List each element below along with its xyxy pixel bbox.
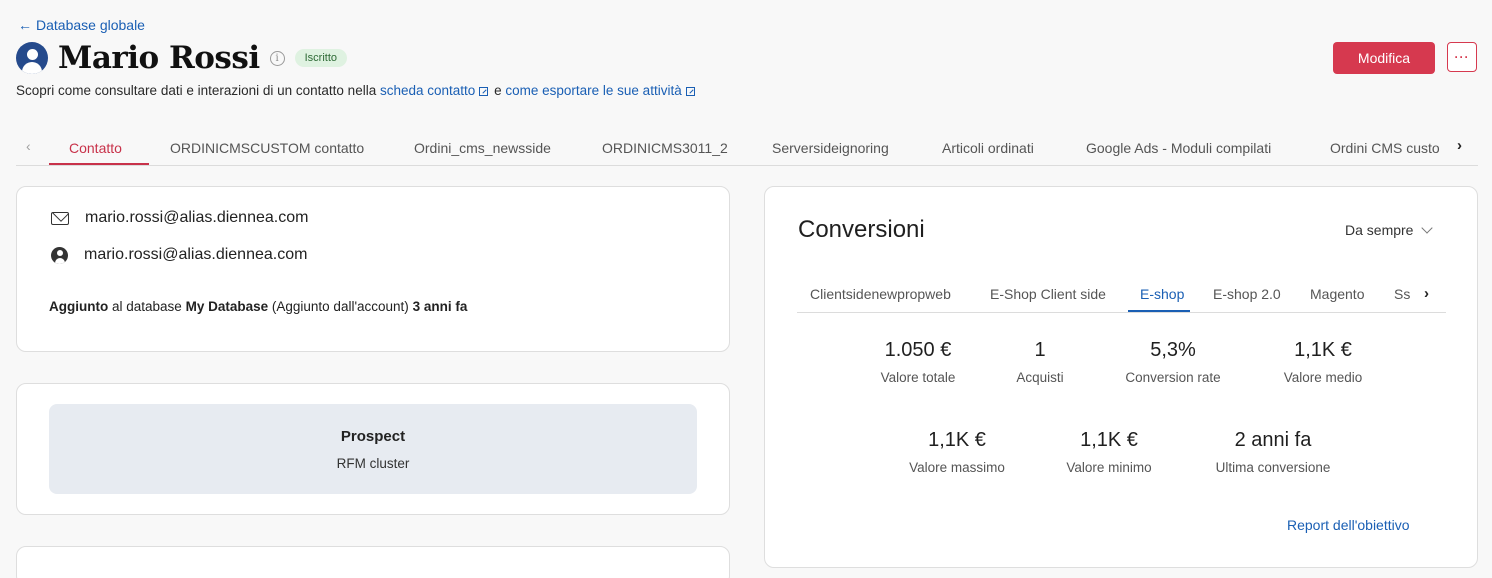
metric-last-conversion: 2 anni fa Ultima conversione bbox=[1193, 429, 1353, 475]
chevron-right-icon[interactable]: › bbox=[1457, 137, 1462, 154]
tab-serversideignoring[interactable]: Serversideignoring bbox=[772, 140, 889, 156]
chevron-left-icon[interactable]: ‹ bbox=[26, 138, 31, 154]
goal-report-link[interactable]: Report dell'obiettivo bbox=[1287, 517, 1410, 533]
metric-value: 1,1K € bbox=[928, 429, 986, 451]
contact-info-card: mario.rossi@alias.diennea.com mario.ross… bbox=[16, 186, 730, 352]
page-title: Mario Rossi bbox=[58, 40, 260, 76]
metric-value: 2 anni fa bbox=[1234, 429, 1312, 451]
metric-value: 5,3% bbox=[1150, 339, 1196, 361]
tab-magento[interactable]: Magento bbox=[1310, 286, 1364, 302]
conversions-card: Conversioni Da sempre Clientsidenewpropw… bbox=[764, 186, 1478, 568]
export-activities-link[interactable]: come esportare le sue attività bbox=[505, 83, 696, 98]
metric-value: 1,1K € bbox=[1080, 429, 1138, 451]
metric-label: Valore minimo bbox=[1066, 460, 1152, 475]
avatar bbox=[16, 42, 48, 74]
contact-card-link-label: scheda contatto bbox=[379, 83, 476, 98]
chevron-right-icon[interactable]: › bbox=[1424, 285, 1429, 302]
email-value: mario.rossi@alias.diennea.com bbox=[85, 209, 309, 226]
page-subtitle: Scopri come consultare dati e interazion… bbox=[16, 83, 697, 98]
tab-eshop[interactable]: E-shop bbox=[1140, 286, 1184, 302]
arrow-left-icon: ← bbox=[18, 17, 32, 33]
export-activities-link-label: come esportare le sue attività bbox=[505, 83, 682, 98]
metric-value: 1,1K € bbox=[1294, 339, 1352, 361]
tab-clientsidenewpropweb[interactable]: Clientsidenewpropweb bbox=[810, 286, 951, 302]
mail-icon bbox=[51, 211, 69, 225]
user-icon bbox=[51, 246, 68, 264]
metric-label: Ultima conversione bbox=[1215, 460, 1331, 475]
username-row: mario.rossi@alias.diennea.com bbox=[51, 246, 307, 264]
contact-tabs: ‹ Contatto ORDINICMSCUSTOM contatto Ordi… bbox=[16, 130, 1478, 166]
contact-card-link[interactable]: scheda contatto bbox=[380, 83, 490, 98]
tab-ordinicmscustom[interactable]: ORDINICMSCUSTOM contatto bbox=[170, 140, 364, 156]
external-link-icon bbox=[685, 86, 695, 96]
tab-contatto[interactable]: Contatto bbox=[69, 140, 122, 156]
tab-ordinicms3011[interactable]: ORDINICMS3011_2 bbox=[602, 140, 728, 156]
added-word: Aggiunto bbox=[49, 299, 109, 314]
rfm-cluster-box: Prospect RFM cluster bbox=[49, 404, 697, 494]
back-link[interactable]: ← Database globale bbox=[18, 17, 145, 33]
tab-ordini-cms-newsside[interactable]: Ordini_cms_newsside bbox=[414, 140, 551, 156]
more-options-button[interactable]: ··· bbox=[1447, 42, 1477, 72]
metric-max-value: 1,1K € Valore massimo bbox=[877, 429, 1037, 475]
period-value: Da sempre bbox=[1345, 222, 1414, 238]
period-dropdown[interactable]: Da sempre bbox=[1345, 222, 1434, 238]
added-source: (Aggiunto dall'account) bbox=[271, 299, 409, 314]
external-link-icon bbox=[479, 86, 489, 96]
metric-label: Conversion rate bbox=[1125, 370, 1221, 385]
metric-label: Valore medio bbox=[1283, 370, 1363, 385]
subtitle-text: Scopri come consultare dati e interazion… bbox=[16, 83, 377, 98]
back-label: Database globale bbox=[36, 17, 145, 33]
rfm-card: Prospect RFM cluster bbox=[16, 383, 730, 515]
added-info: Aggiunto al database My Database (Aggiun… bbox=[49, 299, 467, 314]
subtitle-connector: e bbox=[494, 83, 502, 98]
metric-conversion-rate: 5,3% Conversion rate bbox=[1093, 339, 1253, 385]
tab-google-ads[interactable]: Google Ads - Moduli compilati bbox=[1086, 140, 1271, 156]
info-icon[interactable]: i bbox=[269, 50, 285, 66]
conversions-title: Conversioni bbox=[798, 216, 925, 243]
tab-ordini-cms-custom[interactable]: Ordini CMS custo bbox=[1330, 140, 1450, 156]
database-name: My Database bbox=[185, 299, 269, 314]
status-badge: Iscritto bbox=[294, 49, 348, 67]
conversion-goal-tabs: Clientsidenewpropweb E-Shop Client side … bbox=[797, 283, 1446, 313]
metric-label: Valore massimo bbox=[909, 460, 1005, 475]
metric-min-value: 1,1K € Valore minimo bbox=[1029, 429, 1189, 475]
added-time: 3 anni fa bbox=[412, 299, 468, 314]
rfm-title: Prospect bbox=[340, 428, 406, 445]
active-goal-indicator bbox=[1128, 310, 1190, 312]
tab-eshop-client-side[interactable]: E-Shop Client side bbox=[990, 286, 1106, 302]
chevron-down-icon bbox=[1421, 222, 1434, 234]
rfm-subtitle: RFM cluster bbox=[336, 456, 410, 471]
added-text: al database bbox=[112, 299, 182, 314]
metric-average-value: 1,1K € Valore medio bbox=[1243, 339, 1403, 385]
email-row: mario.rossi@alias.diennea.com bbox=[51, 209, 308, 227]
active-tab-indicator bbox=[49, 163, 149, 165]
tab-ss[interactable]: Ss bbox=[1394, 286, 1418, 302]
edit-button[interactable]: Modifica bbox=[1333, 42, 1435, 74]
tab-articoli-ordinati[interactable]: Articoli ordinati bbox=[942, 140, 1034, 156]
username-value: mario.rossi@alias.diennea.com bbox=[84, 246, 308, 263]
next-card bbox=[16, 546, 730, 578]
page-header: Mario Rossi i Iscritto bbox=[16, 40, 348, 76]
tab-eshop-2[interactable]: E-shop 2.0 bbox=[1213, 286, 1281, 302]
